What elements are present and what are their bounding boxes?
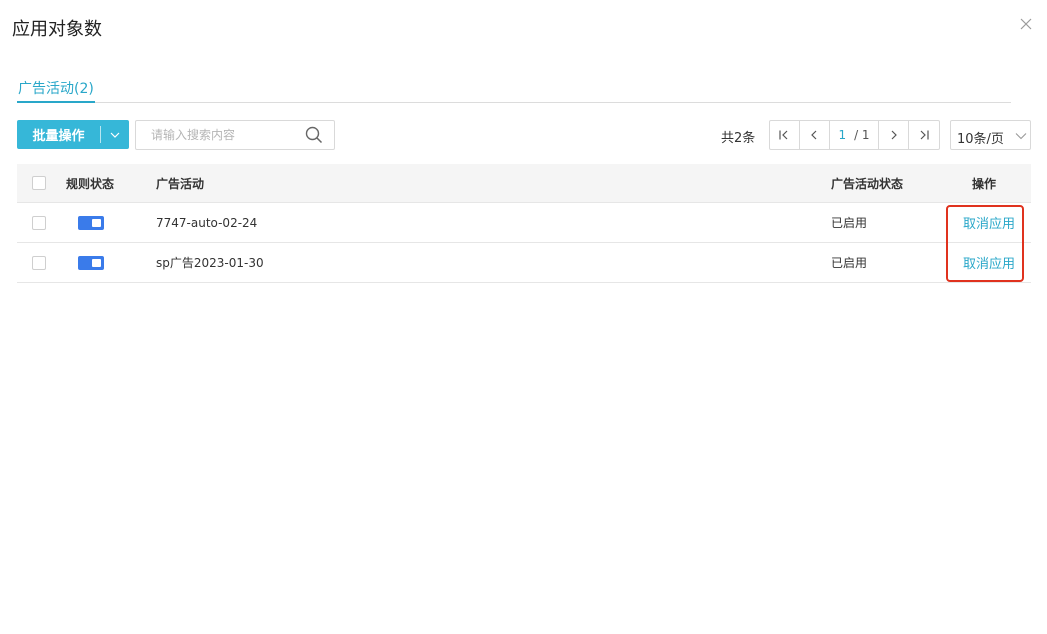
header-campaign-status: 广告活动状态: [831, 176, 904, 191]
total-count: 共2条: [721, 131, 756, 146]
search-input[interactable]: [136, 121, 301, 149]
current-page[interactable]: 1: [838, 128, 846, 142]
campaign-name: 7747-auto-02-24: [156, 215, 258, 230]
close-icon[interactable]: [1018, 16, 1034, 32]
rule-status-toggle[interactable]: [78, 215, 104, 230]
select-all-checkbox[interactable]: [32, 176, 46, 190]
campaign-name: sp广告2023-01-30: [156, 256, 264, 270]
header-campaign: 广告活动: [156, 176, 205, 191]
search-box: [135, 120, 335, 150]
highlight-box: [946, 205, 1024, 282]
table-row: 7747-auto-02-24 已启用 取消应用: [17, 203, 1031, 243]
next-page-icon[interactable]: [879, 121, 910, 149]
page-total: / 1: [854, 128, 870, 142]
prev-page-icon[interactable]: [800, 121, 830, 149]
pagination: 1 / 1: [769, 120, 940, 150]
page-size-value: 10条/页: [957, 132, 1004, 147]
tab-label: 广告活动: [18, 81, 74, 97]
campaign-table: 规则状态 广告活动 广告活动状态 操作 7747-auto-02-24 已启用 …: [17, 164, 1031, 283]
toggle-knob: [92, 258, 101, 267]
header-actions: 操作: [972, 176, 997, 191]
page-indicator: 1 / 1: [830, 121, 880, 149]
tab-campaigns[interactable]: 广告活动(2): [17, 78, 95, 103]
row-checkbox[interactable]: [32, 215, 46, 230]
toggle-knob: [92, 218, 101, 227]
batch-operation-button[interactable]: 批量操作: [17, 120, 129, 149]
last-page-icon[interactable]: [909, 121, 939, 149]
header-rule-status: 规则状态: [66, 176, 115, 191]
first-page-icon[interactable]: [770, 121, 800, 149]
table-header: 规则状态 广告活动 广告活动状态 操作: [17, 164, 1031, 203]
campaign-status: 已启用: [831, 256, 868, 270]
table-row: sp广告2023-01-30 已启用 取消应用: [17, 243, 1031, 283]
page-size-select[interactable]: 10条/页: [950, 120, 1031, 150]
search-icon[interactable]: [305, 126, 323, 144]
tab-bar: 广告活动(2): [17, 72, 1011, 103]
dialog-title: 应用对象数: [12, 19, 102, 40]
batch-operation-label[interactable]: 批量操作: [17, 125, 100, 144]
tab-count: (2): [74, 81, 94, 97]
row-checkbox[interactable]: [32, 255, 46, 270]
rule-status-toggle[interactable]: [78, 255, 104, 270]
campaign-status: 已启用: [831, 216, 868, 230]
chevron-down-icon: [1015, 133, 1027, 140]
chevron-down-icon[interactable]: [101, 120, 129, 149]
